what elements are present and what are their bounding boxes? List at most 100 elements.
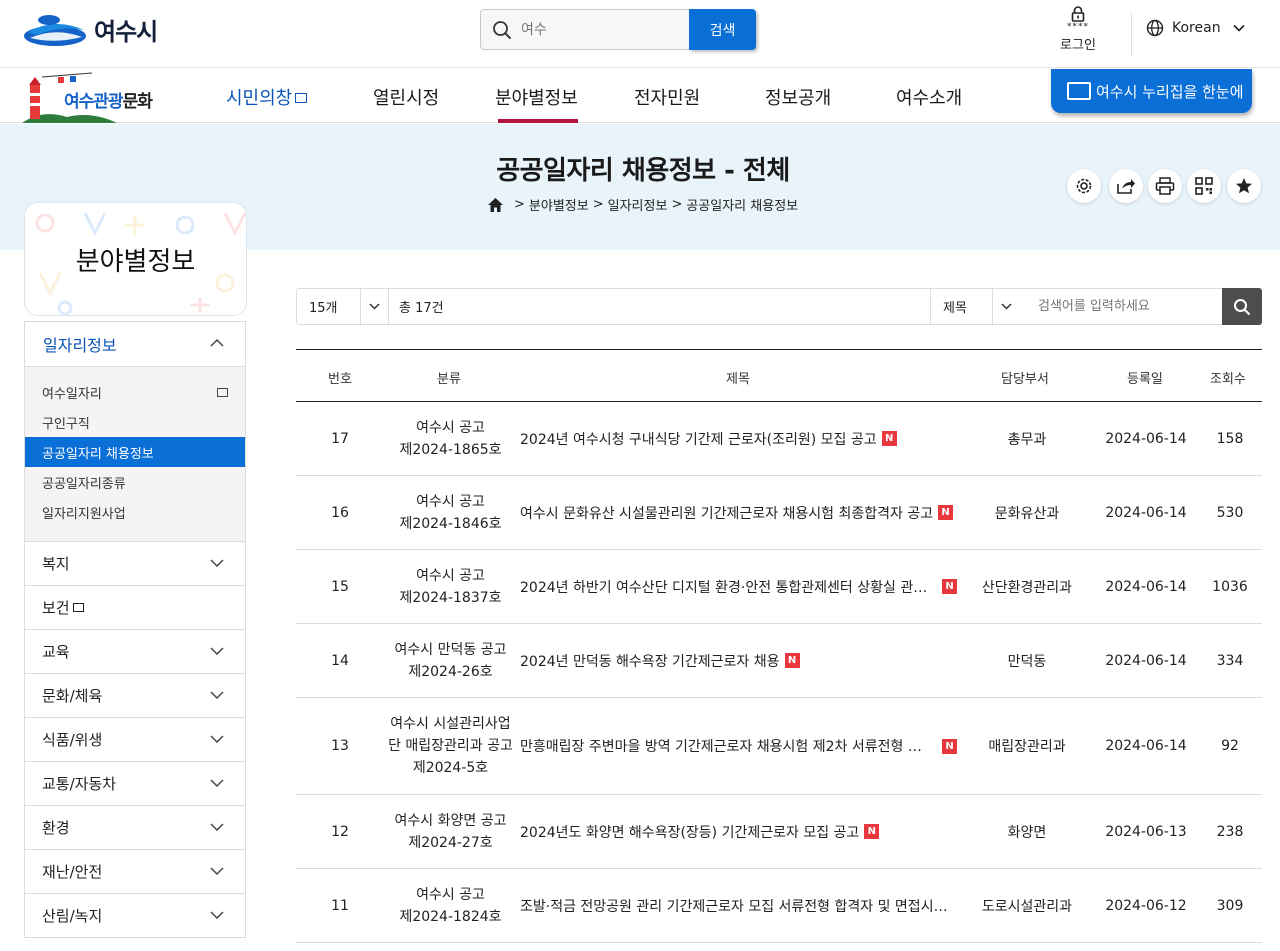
chevron-down-icon xyxy=(1001,303,1012,310)
gnb-item-info-disclosure[interactable]: 정보공개 xyxy=(765,84,831,110)
print-button[interactable] xyxy=(1148,169,1182,203)
cell-views: 309 xyxy=(1216,897,1244,914)
logo-text: 여수시 xyxy=(94,17,158,46)
sidebar-title: 분야별정보 xyxy=(75,247,196,277)
new-window-icon xyxy=(295,93,308,103)
cell-title-link[interactable]: 여수시 문화유산 시설물관리원 기간제근로자 채용시험 최종합격자 공고 N xyxy=(520,476,960,549)
sidebar-item-public-job-types[interactable]: 공공일자리종류 xyxy=(25,467,245,497)
yeosu-logo[interactable]: 여수시 xyxy=(22,11,158,47)
sidebar-item-environment[interactable]: 환경 xyxy=(25,806,245,850)
lock-icon xyxy=(1071,6,1085,22)
sidebar-item-health[interactable]: 보건 xyxy=(25,586,245,630)
breadcrumb-item[interactable]: 일자리정보 xyxy=(608,195,668,214)
tour-logo-text: 여수관광문화 xyxy=(64,92,153,112)
chevron-down-icon xyxy=(210,911,224,920)
sidebar-item-yeosu-jobs[interactable]: 여수일자리 xyxy=(25,377,245,407)
chevron-down-icon xyxy=(210,735,224,744)
list-filter-bar: 15개 총 17건 제목 xyxy=(296,288,1262,325)
qr-button[interactable] xyxy=(1187,169,1221,203)
cell-title-link[interactable]: 만흥매립장 주변마을 방역 기간제근로자 채용시험 제2차 서류전형 합격… N xyxy=(520,698,960,794)
list-search-button[interactable] xyxy=(1222,288,1262,325)
cell-title-link[interactable]: 2024년 만덕동 해수욕장 기간제근로자 채용 N xyxy=(520,624,960,697)
new-badge: N xyxy=(864,824,880,839)
search-icon xyxy=(493,21,512,40)
sidebar-item-food-hygiene[interactable]: 식품/위생 xyxy=(25,718,245,762)
chevron-up-icon xyxy=(210,338,224,347)
cell-views: 158 xyxy=(1216,430,1244,447)
favorite-button[interactable] xyxy=(1227,169,1261,203)
cell-title-link[interactable]: 2024년도 화양면 해수욕장(장등) 기간제근로자 모집 공고 N xyxy=(520,795,960,868)
breadcrumb-item[interactable]: 분야별정보 xyxy=(529,195,589,214)
settings-button[interactable] xyxy=(1067,169,1101,203)
cell-category: 여수시 공고 제2024-1846호 xyxy=(399,493,502,532)
global-search-button[interactable]: 검색 xyxy=(689,9,756,50)
cell-date: 2024-06-14 xyxy=(1105,578,1187,595)
sidebar-item-forestry[interactable]: 산림/녹지 xyxy=(25,894,245,938)
sidebar-item-job-support[interactable]: 일자리지원사업 xyxy=(25,497,245,527)
sitemap-button[interactable]: 여수시 누리집을 한눈에 xyxy=(1051,69,1252,113)
sidebar-item-education[interactable]: 교육 xyxy=(25,630,245,674)
table-header: 번호 분류 제목 담당부서 등록일 조회수 xyxy=(296,350,1262,402)
cell-title-link[interactable]: 조발·적금 전망공원 관리 기간제근로자 모집 서류전형 합격자 및 면접시험 … xyxy=(520,869,960,942)
total-count: 총 17건 xyxy=(388,289,930,324)
cell-date: 2024-06-14 xyxy=(1105,738,1187,754)
chevron-down-icon xyxy=(210,867,224,876)
new-badge: N xyxy=(942,738,957,754)
breadcrumb-sep: > xyxy=(592,197,604,212)
search-field-select[interactable]: 제목 xyxy=(930,289,1020,324)
login-button[interactable]: **** 로그인 xyxy=(1050,4,1106,60)
cell-dept: 화양면 xyxy=(1007,824,1047,841)
dropdown-toggle[interactable] xyxy=(360,289,388,324)
cell-views: 334 xyxy=(1216,652,1244,669)
share-button[interactable] xyxy=(1109,169,1143,203)
chevron-down-icon xyxy=(210,823,224,832)
sidebar-group-jobs[interactable]: 일자리정보 xyxy=(25,322,245,367)
table-row: 16 여수시 공고 제2024-1846호 여수시 문화유산 시설물관리원 기간제… xyxy=(296,476,1262,550)
cell-title-link[interactable]: 2024년 여수시청 구내식당 기간제 근로자(조리원) 모집 공고 N xyxy=(520,402,960,475)
cell-dept: 총무과 xyxy=(1007,431,1047,448)
tour-culture-logo[interactable]: 여수관광문화 xyxy=(22,71,172,123)
cell-title-link[interactable]: 2024년 하반기 여수산단 디지털 환경·안전 통합관제센터 상황실 관제… N xyxy=(520,550,960,623)
gnb-item-field-info[interactable]: 분야별정보 xyxy=(495,84,578,110)
cell-category: 여수시 시설관리사업 단 매립장관리과 공고 제2024-5호 xyxy=(388,716,513,776)
language-selector[interactable]: Korean xyxy=(1146,19,1245,37)
sidebar-item-transport[interactable]: 교통/자동차 xyxy=(25,762,245,806)
col-header-no: 번호 xyxy=(328,372,352,387)
share-icon xyxy=(1117,179,1135,194)
sidebar-item-welfare[interactable]: 복지 xyxy=(25,542,245,586)
cell-date: 2024-06-14 xyxy=(1105,504,1187,521)
sidebar-item-public-job-recruit[interactable]: 공공일자리 채용정보 xyxy=(25,437,245,467)
list-search-input[interactable] xyxy=(1020,289,1222,324)
gnb-item-about-yeosu[interactable]: 여수소개 xyxy=(896,84,962,110)
breadcrumb-item[interactable]: 공공일자리 채용정보 xyxy=(686,195,798,214)
cell-no: 17 xyxy=(331,430,349,447)
col-header-title: 제목 xyxy=(726,372,750,387)
cell-dept: 도로시설관리과 xyxy=(981,898,1073,915)
gnb-item-citizen[interactable]: 시민의창 xyxy=(226,84,308,110)
cell-category: 여수시 만덕동 공고 제2024-26호 xyxy=(394,641,507,680)
global-search-input[interactable] xyxy=(521,10,671,49)
monitor-icon xyxy=(1067,82,1091,100)
dropdown-toggle[interactable] xyxy=(992,289,1020,324)
table-row: 12 여수시 화양면 공고 제2024-27호 2024년도 화양면 해수욕장(장… xyxy=(296,795,1262,869)
gnb-item-e-civil[interactable]: 전자민원 xyxy=(634,84,700,110)
cell-no: 11 xyxy=(331,897,349,914)
chevron-down-icon xyxy=(210,559,224,568)
sitemap-label: 여수시 누리집을 한눈에 xyxy=(1096,82,1244,101)
sidebar-item-job-search[interactable]: 구인구직 xyxy=(25,407,245,437)
home-icon[interactable] xyxy=(487,197,504,213)
cell-no: 12 xyxy=(331,823,349,840)
new-window-icon xyxy=(72,603,84,612)
cell-views: 1036 xyxy=(1212,578,1248,595)
chevron-down-icon xyxy=(210,691,224,700)
table-row: 14 여수시 만덕동 공고 제2024-26호 2024년 만덕동 해수욕장 기간… xyxy=(296,624,1262,698)
col-header-category: 분류 xyxy=(437,372,461,387)
sidebar-group-label: 일자리정보 xyxy=(43,336,117,355)
sidebar-item-culture-sports[interactable]: 문화/체육 xyxy=(25,674,245,718)
new-badge: N xyxy=(784,653,800,668)
sidebar-item-safety[interactable]: 재난/안전 xyxy=(25,850,245,894)
page-size-select[interactable]: 15개 xyxy=(297,289,388,324)
cell-dept: 산단환경관리과 xyxy=(981,579,1073,596)
gnb-item-open-admin[interactable]: 열린시정 xyxy=(373,84,439,110)
cell-category: 여수시 화양면 공고 제2024-27호 xyxy=(394,812,507,851)
